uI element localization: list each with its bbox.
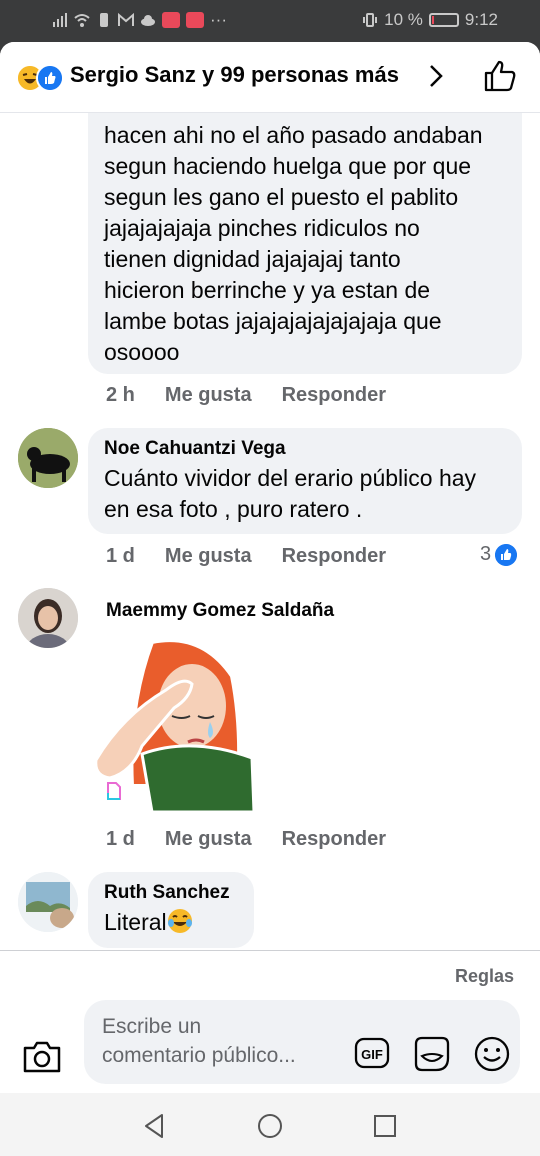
wifi-icon: [74, 14, 90, 27]
comment-text: hacen ahi no el año pasado andaban segun…: [104, 122, 483, 365]
reaction-count[interactable]: 3: [480, 543, 518, 566]
back-icon[interactable]: [140, 1111, 170, 1141]
sticker-badge-icon: [107, 782, 121, 800]
reactors-title[interactable]: Sergio Sanz y 99 personas más: [70, 62, 399, 88]
comment-bubble[interactable]: hacen ahi no el año pasado andaban segun…: [88, 84, 522, 374]
reply-link[interactable]: Responder: [282, 828, 386, 851]
painting-avatar-icon: [18, 872, 78, 932]
recents-icon[interactable]: [370, 1111, 400, 1141]
more-notifications-icon: ···: [210, 10, 227, 29]
laughing-crying-emoji: [167, 909, 192, 933]
avatar[interactable]: [18, 588, 78, 648]
clock: 9:12: [464, 10, 498, 29]
sticker-icon[interactable]: [412, 1034, 452, 1074]
reaction-icons: [16, 64, 66, 92]
comment-bubble[interactable]: Noe Cahuantzi Vega Cuánto vividor del er…: [88, 428, 522, 534]
reply-link[interactable]: Responder: [282, 384, 386, 407]
avatar[interactable]: [18, 428, 78, 488]
comment-composer: Escribe un comentario público... GIF: [0, 1000, 540, 1090]
comment-time: 1 d: [106, 545, 135, 567]
comments-sheet: Sergio Sanz y 99 personas más hacen ahi …: [0, 42, 540, 1093]
system-nav-bar: [0, 1093, 540, 1156]
chevron-right-icon[interactable]: [424, 62, 448, 90]
home-icon[interactable]: [255, 1111, 285, 1141]
comment-input[interactable]: Escribe un comentario público... GIF: [84, 1000, 520, 1084]
thumbs-up-icon[interactable]: [482, 58, 518, 94]
comment-placeholder: Escribe un comentario público...: [102, 1012, 332, 1070]
comment-actions: 2 h Me gusta Responder: [106, 384, 386, 407]
like-icon: [36, 64, 64, 92]
like-icon: [495, 543, 518, 566]
comment-bubble[interactable]: Ruth Sanchez Literal: [88, 872, 254, 948]
like-link[interactable]: Me gusta: [165, 828, 252, 851]
comment-author[interactable]: Noe Cahuantzi Vega: [104, 438, 506, 460]
comment-text: Literal: [104, 907, 238, 938]
vibrate-icon: [363, 13, 378, 27]
avatar[interactable]: [18, 872, 78, 932]
comment-text: Cuánto vividor del erario público hay en…: [104, 465, 477, 522]
status-icons-left: ···: [52, 10, 227, 30]
signal-icon: [53, 13, 67, 27]
gif-icon[interactable]: GIF: [354, 1036, 390, 1070]
battery-icon: [428, 13, 459, 27]
reply-link[interactable]: Responder: [282, 545, 386, 568]
comment-text-content: Literal: [104, 909, 167, 935]
notification-icon: [162, 12, 180, 28]
comment-author[interactable]: Maemmy Gomez Saldaña: [106, 600, 334, 622]
battery-level: [431, 16, 434, 24]
dog-avatar-icon: [18, 428, 78, 488]
placeholder-line: comentario público...: [102, 1044, 296, 1067]
comment-actions: 1 d Me gusta Responder: [106, 828, 386, 851]
gif-label: GIF: [361, 1047, 383, 1062]
like-link[interactable]: Me gusta: [165, 545, 252, 568]
reactions-header[interactable]: Sergio Sanz y 99 personas más: [0, 42, 540, 113]
comment-author[interactable]: Ruth Sanchez: [104, 882, 238, 904]
mail-icon: [118, 12, 134, 26]
cloud-icon: [141, 15, 155, 26]
comment-time: 1 d: [106, 828, 135, 850]
status-icons-right: 10 % 9:12: [362, 10, 498, 30]
composer-divider: [0, 950, 540, 951]
emoji-icon[interactable]: [472, 1034, 512, 1074]
rules-link[interactable]: Reglas: [455, 966, 514, 987]
placeholder-line: Escribe un: [102, 1015, 202, 1038]
notification-icon: [186, 12, 204, 28]
battery-percent: 10 %: [384, 10, 423, 29]
camera-icon[interactable]: [22, 1040, 62, 1074]
person-avatar-icon: [18, 588, 78, 648]
reaction-count-number: 3: [480, 543, 492, 565]
comment-actions: 1 d Me gusta Responder: [106, 545, 386, 568]
phone-icon: [100, 13, 108, 27]
comment-time: 2 h: [106, 384, 135, 406]
like-link[interactable]: Me gusta: [165, 384, 252, 407]
status-bar: ··· 10 % 9:12: [0, 0, 540, 40]
